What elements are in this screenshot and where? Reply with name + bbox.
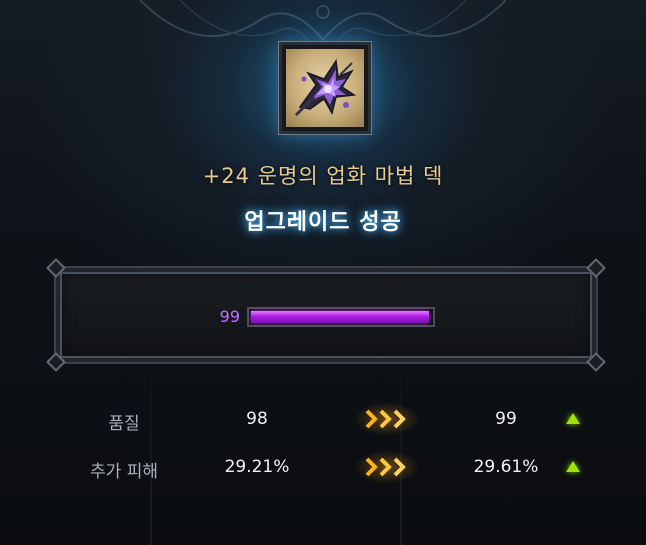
item-name: +24 운명의 업화 마법 덱 — [202, 164, 444, 188]
increase-arrow-icon — [566, 413, 580, 424]
stat-new-value: 29.61% — [473, 457, 539, 477]
item-icon-frame[interactable] — [278, 41, 372, 135]
quality-gauge-fill — [251, 311, 429, 323]
quality-gauge-bar — [246, 306, 436, 328]
stat-old-value: 29.21% — [224, 457, 290, 477]
stat-old-value: 98 — [246, 409, 268, 429]
stat-new-value: 99 — [495, 409, 517, 429]
magic-deck-icon — [286, 49, 364, 127]
stat-label-quality: 품질 — [108, 414, 140, 434]
triple-arrow-icon — [354, 450, 420, 484]
upgrade-result-title: 업그레이드 성공 — [244, 210, 402, 235]
quality-gauge-value: 99 — [219, 307, 240, 326]
triple-arrow-icon — [354, 402, 420, 436]
background-pillar — [150, 360, 152, 545]
increase-arrow-icon — [566, 461, 580, 472]
stat-label-additional-damage: 추가 피해 — [90, 462, 158, 482]
